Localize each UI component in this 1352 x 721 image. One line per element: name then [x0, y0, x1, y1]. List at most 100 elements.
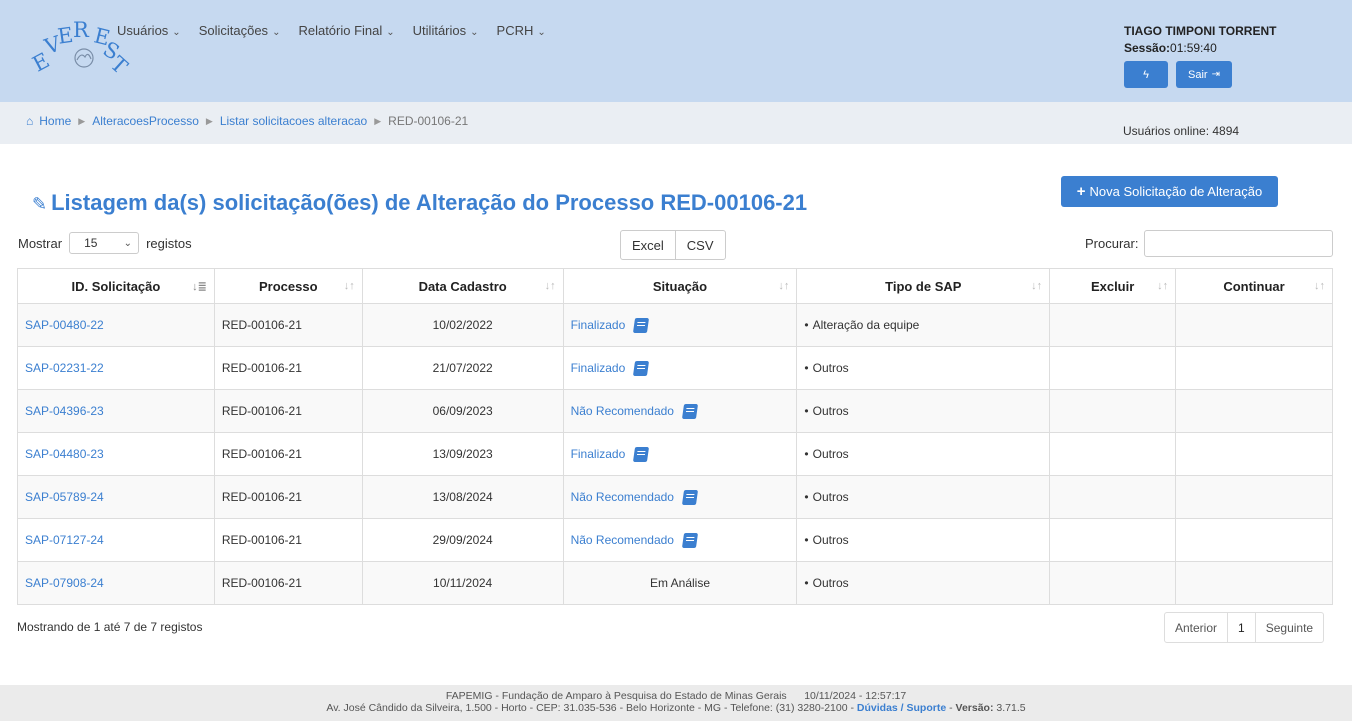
continuar-cell — [1175, 518, 1333, 562]
breadcrumb-home[interactable]: Home — [39, 114, 71, 128]
breadcrumb-alteracoes-processo[interactable]: AlteracoesProcesso — [92, 114, 199, 128]
header-situacao[interactable]: Situação ↓↑ — [562, 268, 798, 304]
nav-solicitacoes[interactable]: Solicitações ⌄ — [199, 23, 281, 38]
status-link[interactable]: Não Recomendado — [570, 489, 699, 505]
status-link[interactable]: Finalizado — [571, 360, 650, 376]
support-link[interactable]: Dúvidas / Suporte — [857, 702, 946, 714]
request-id-link[interactable]: SAP-07908-24 — [25, 576, 104, 590]
book-icon — [681, 403, 699, 419]
request-id-link[interactable]: SAP-04480-23 — [25, 447, 104, 461]
header-data-cadastro[interactable]: Data Cadastro ↓↑ — [361, 268, 564, 304]
footer-address: Av. José Cândido da Silveira, 1.500 - Ho… — [326, 702, 854, 714]
request-id-link[interactable]: SAP-05789-24 — [25, 490, 104, 504]
plus-icon: + — [1076, 183, 1086, 200]
footer-line-1: FAPEMIG - Fundação de Amparo à Pesquisa … — [0, 690, 1352, 702]
status-link[interactable]: Não Recomendado — [571, 403, 699, 419]
tipo-text: Outros — [812, 490, 849, 504]
pagination-page-1[interactable]: 1 — [1227, 613, 1255, 642]
excluir-cell — [1049, 432, 1177, 476]
date-cell: 10/02/2022 — [361, 303, 564, 347]
session-time: 01:59:40 — [1170, 41, 1217, 55]
footer: FAPEMIG - Fundação de Amparo à Pesquisa … — [0, 685, 1352, 721]
chevron-down-icon: ⌄ — [272, 27, 281, 38]
table-row: SAP-07908-24 RED-00106-21 10/11/2024 Em … — [17, 561, 1333, 605]
header-id[interactable]: ID. Solicitação ↓≣ — [17, 268, 215, 304]
excluir-cell — [1049, 346, 1177, 390]
requests-table: ID. Solicitação ↓≣ Processo ↓↑ Data Cadast… — [17, 268, 1333, 605]
request-id-link[interactable]: SAP-04396-23 — [25, 404, 104, 418]
nav-utilitarios[interactable]: Utilitários ⌄ — [413, 23, 479, 38]
breadcrumb-listar-solicitacoes[interactable]: Listar solicitacoes alteracao — [220, 114, 367, 128]
sort-icon: ↓↑ — [1157, 280, 1169, 292]
status-link[interactable]: Não Recomendado — [570, 532, 699, 548]
header-processo[interactable]: Processo ↓↑ — [213, 268, 363, 304]
header-tipo-sap[interactable]: Tipo de SAP ↓↑ — [796, 268, 1051, 304]
page-length-select[interactable]: 15 ⌄ — [69, 232, 140, 254]
date-cell: 29/09/2024 — [361, 518, 564, 562]
processo-cell: RED-00106-21 — [213, 346, 363, 390]
footer-line-2: Av. José Cândido da Silveira, 1.500 - Ho… — [326, 702, 1026, 714]
request-id-link[interactable]: SAP-02231-22 — [25, 361, 104, 375]
nav-label: Usuários — [117, 23, 169, 38]
continuar-cell — [1175, 432, 1333, 476]
tipo-text: Outros — [812, 361, 849, 375]
show-label: Mostrar — [18, 235, 63, 251]
pagination: Anterior 1 Seguinte — [1164, 612, 1325, 643]
version-value: 3.71.5 — [996, 702, 1026, 714]
chevron-down-icon: ⌄ — [386, 27, 395, 38]
nav-pcrh[interactable]: PCRH ⌄ — [497, 23, 546, 38]
logout-label: Sair — [1188, 68, 1208, 81]
table-info: Mostrando de 1 até 7 de 7 registos — [17, 620, 203, 634]
status-text: Não Recomendado — [570, 533, 674, 547]
processo-cell: RED-00106-21 — [213, 475, 363, 519]
status-text: Não Recomendado — [570, 490, 674, 504]
status-text: Em Análise — [649, 576, 710, 590]
header-label: Processo — [259, 278, 318, 294]
chevron-down-icon: ⌄ — [123, 237, 133, 249]
pagination-previous[interactable]: Anterior — [1165, 613, 1227, 642]
request-id-link[interactable]: SAP-07127-24 — [25, 533, 104, 547]
date-cell: 10/11/2024 — [361, 561, 564, 605]
status-link[interactable]: Finalizado — [570, 317, 650, 333]
request-id-link[interactable]: SAP-00480-22 — [25, 318, 104, 332]
excel-button[interactable]: Excel — [621, 231, 675, 259]
caret-right-icon: ▶ — [374, 115, 382, 126]
top-header: E V E R E S T Usuários ⌄ Solicitações ⌄ Re… — [0, 0, 1352, 102]
bullet-icon: • — [804, 576, 809, 590]
tipo-cell: • Outros — [796, 475, 1051, 519]
header-label: Situação — [652, 278, 708, 294]
home-icon[interactable]: ⌂ — [26, 114, 33, 128]
excluir-cell — [1049, 389, 1177, 433]
sort-icon: ↓↑ — [1314, 280, 1325, 292]
nav-relatorio-final[interactable]: Relatório Final ⌄ — [298, 23, 394, 38]
session-timer: Sessão:01:59:40 — [1124, 41, 1276, 55]
status-link[interactable]: Finalizado — [570, 446, 650, 462]
header-continuar[interactable]: Continuar ↓↑ — [1175, 268, 1333, 304]
logout-button[interactable]: Sair ⇥ — [1176, 61, 1232, 88]
search-input[interactable] — [1144, 230, 1333, 257]
bullet-icon: • — [804, 533, 809, 547]
pagination-next[interactable]: Seguinte — [1254, 613, 1323, 642]
excluir-cell — [1049, 518, 1177, 562]
status-text: Finalizado — [570, 447, 626, 461]
session-label: Sessão: — [1124, 41, 1171, 55]
bullet-icon: • — [804, 490, 809, 504]
continuar-cell — [1175, 303, 1333, 347]
table-header-row: ID. Solicitação ↓≣ Processo ↓↑ Data Cadast… — [17, 268, 1333, 304]
header-excluir[interactable]: Excluir ↓↑ — [1049, 268, 1177, 304]
nav-label: Solicitações — [198, 23, 269, 38]
page-title-text: Listagem da(s) solicitação(ões) de Alter… — [51, 190, 808, 215]
excluir-cell — [1049, 303, 1177, 347]
online-users: Usuários online: 4894 — [1123, 124, 1240, 138]
quick-action-button[interactable]: ϟ — [1124, 61, 1168, 88]
csv-button[interactable]: CSV — [674, 231, 725, 259]
bullet-icon: • — [804, 361, 809, 375]
bullet-icon: • — [804, 404, 809, 418]
caret-right-icon: ▶ — [78, 115, 86, 126]
bullet-icon: • — [804, 447, 809, 461]
tipo-text: Outros — [812, 576, 849, 590]
new-request-button[interactable]: + Nova Solicitação de Alteração — [1061, 176, 1278, 207]
nav-usuarios[interactable]: Usuários ⌄ — [117, 23, 181, 38]
status-text: Finalizado — [570, 318, 626, 332]
book-icon — [633, 446, 650, 462]
